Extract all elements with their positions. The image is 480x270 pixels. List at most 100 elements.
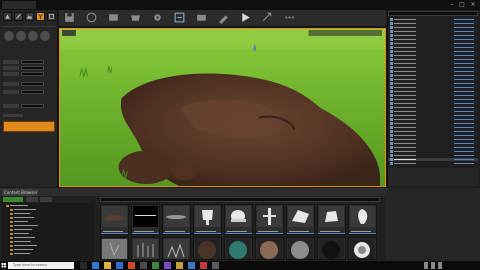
asset-tile[interactable] bbox=[100, 237, 129, 260]
outliner-row[interactable] bbox=[388, 22, 478, 25]
folder-item[interactable] bbox=[10, 233, 50, 235]
asset-tile[interactable] bbox=[286, 237, 315, 260]
save-icon[interactable] bbox=[63, 11, 76, 24]
more-icon[interactable] bbox=[283, 11, 296, 24]
folder-item[interactable] bbox=[10, 237, 50, 239]
folder-item[interactable] bbox=[10, 213, 50, 215]
asset-tile[interactable] bbox=[131, 204, 160, 235]
outliner-row[interactable] bbox=[388, 154, 478, 157]
outliner-row[interactable] bbox=[388, 38, 478, 41]
content-search-input[interactable] bbox=[100, 197, 380, 202]
folder-item[interactable] bbox=[10, 253, 50, 255]
outliner-row[interactable] bbox=[388, 50, 478, 53]
asset-tile[interactable] bbox=[317, 204, 346, 235]
outliner-row[interactable] bbox=[388, 130, 478, 133]
outliner-row[interactable] bbox=[388, 58, 478, 61]
play-icon[interactable] bbox=[239, 11, 252, 24]
outliner-row[interactable] bbox=[388, 110, 478, 113]
network-icon[interactable] bbox=[424, 262, 428, 269]
outliner-row[interactable] bbox=[388, 122, 478, 125]
outliner-row[interactable] bbox=[388, 30, 478, 33]
outliner-row[interactable] bbox=[388, 150, 478, 153]
filter-field[interactable] bbox=[21, 82, 44, 86]
outliner-row[interactable] bbox=[388, 54, 478, 57]
foliage-mode-icon[interactable] bbox=[36, 12, 45, 21]
asset-tile[interactable] bbox=[317, 237, 346, 260]
save-all-button[interactable] bbox=[40, 197, 52, 202]
blueprints-icon[interactable] bbox=[173, 11, 186, 24]
cinematics-icon[interactable] bbox=[195, 11, 208, 24]
folder-item[interactable] bbox=[10, 245, 50, 247]
reapply-tool-icon[interactable] bbox=[28, 31, 38, 41]
paint-mode-icon[interactable] bbox=[14, 12, 23, 21]
foliage-type-slot[interactable] bbox=[3, 121, 55, 132]
erase-density-field[interactable] bbox=[21, 72, 44, 76]
level-viewport[interactable] bbox=[59, 28, 386, 187]
app-icon-4[interactable] bbox=[176, 262, 183, 269]
outliner-row[interactable] bbox=[388, 138, 478, 141]
brush-settings-icon[interactable] bbox=[4, 31, 14, 41]
asset-tile[interactable] bbox=[131, 237, 160, 260]
taskbar-clock[interactable] bbox=[452, 261, 476, 270]
build-icon[interactable] bbox=[217, 11, 230, 24]
outliner-row-selected[interactable] bbox=[388, 158, 478, 161]
battery-icon[interactable] bbox=[438, 262, 442, 269]
folder-item[interactable] bbox=[10, 241, 50, 243]
filter-field-2[interactable] bbox=[21, 90, 44, 94]
asset-tile[interactable] bbox=[193, 204, 222, 235]
app-icon-2[interactable] bbox=[152, 262, 159, 269]
folder-item[interactable] bbox=[10, 217, 50, 219]
file-explorer-icon[interactable] bbox=[104, 262, 111, 269]
edge-icon[interactable] bbox=[92, 262, 99, 269]
landscape-mode-icon[interactable] bbox=[25, 12, 34, 21]
asset-tile[interactable] bbox=[348, 204, 377, 235]
asset-tile[interactable] bbox=[100, 204, 129, 235]
paint-density-field[interactable] bbox=[21, 66, 44, 70]
asset-tile[interactable] bbox=[255, 204, 284, 235]
outliner-row[interactable] bbox=[388, 26, 478, 29]
app-icon-7[interactable] bbox=[212, 262, 219, 269]
foliage-field[interactable] bbox=[21, 104, 44, 108]
app-icon-5[interactable] bbox=[188, 262, 195, 269]
asset-tile[interactable] bbox=[224, 237, 253, 260]
outliner-search-input[interactable] bbox=[388, 11, 478, 16]
settings-icon[interactable] bbox=[151, 11, 164, 24]
outliner-row[interactable] bbox=[388, 62, 478, 65]
minimize-icon[interactable]: – bbox=[448, 1, 456, 9]
outliner-row[interactable] bbox=[388, 102, 478, 105]
paint-tool-icon[interactable] bbox=[16, 31, 26, 41]
source-control-icon[interactable] bbox=[85, 11, 98, 24]
outliner-row[interactable] bbox=[388, 78, 478, 81]
outliner-row[interactable] bbox=[388, 46, 478, 49]
task-view-icon[interactable] bbox=[80, 262, 87, 269]
select-tool-icon[interactable] bbox=[40, 31, 50, 41]
folder-item[interactable] bbox=[10, 221, 50, 223]
asset-tile[interactable] bbox=[286, 204, 315, 235]
folder-item[interactable] bbox=[6, 205, 46, 207]
asset-tile[interactable] bbox=[193, 237, 222, 260]
outliner-row[interactable] bbox=[388, 142, 478, 145]
close-icon[interactable]: × bbox=[469, 1, 477, 9]
brush-size-field[interactable] bbox=[21, 60, 44, 64]
launch-icon[interactable] bbox=[261, 11, 274, 24]
folder-item[interactable] bbox=[10, 229, 50, 231]
app-icon-3[interactable] bbox=[164, 262, 171, 269]
outliner-row[interactable] bbox=[388, 86, 478, 89]
outliner-row[interactable] bbox=[388, 98, 478, 101]
geometry-mode-icon[interactable] bbox=[47, 12, 56, 21]
level-tab[interactable] bbox=[2, 1, 36, 9]
outliner-row[interactable] bbox=[388, 126, 478, 129]
windows-start-icon[interactable] bbox=[1, 262, 7, 269]
outliner-row[interactable] bbox=[388, 118, 478, 121]
app-icon-6[interactable] bbox=[200, 262, 207, 269]
store-icon[interactable] bbox=[116, 262, 123, 269]
marketplace-icon[interactable] bbox=[129, 11, 142, 24]
outliner-row[interactable] bbox=[388, 18, 478, 21]
asset-tile[interactable] bbox=[348, 237, 377, 260]
outliner-row[interactable] bbox=[388, 74, 478, 77]
content-browser-tab[interactable]: Content Browser bbox=[2, 189, 38, 196]
outliner-row[interactable] bbox=[388, 114, 478, 117]
outliner-row[interactable] bbox=[388, 162, 478, 165]
folder-item[interactable] bbox=[10, 209, 50, 211]
outliner-row[interactable] bbox=[388, 34, 478, 37]
